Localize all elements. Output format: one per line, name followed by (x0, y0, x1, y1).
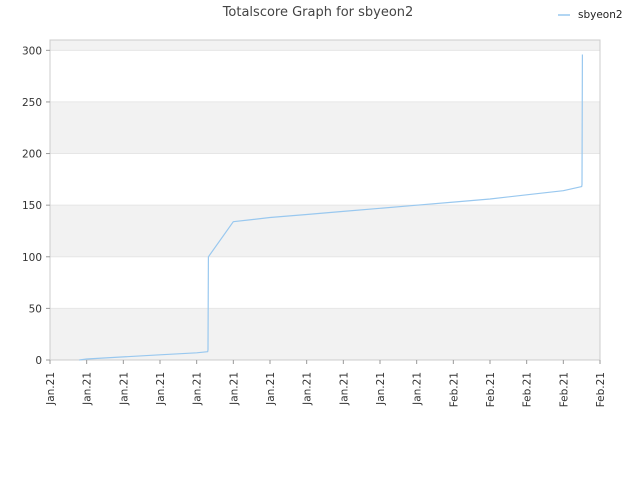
chart: 050100150200250300 Jan.21 Jan.21 Jan.21 Jan… (22, 5, 623, 407)
x-tick-label: Jan.21 (45, 372, 57, 406)
x-tick-label: Feb.21 (522, 372, 534, 407)
legend-label: sbyeon2 (578, 9, 623, 21)
x-tick-label: Jan.21 (192, 372, 204, 406)
grid-band (50, 308, 600, 360)
x-tick-label: Jan.21 (82, 372, 94, 406)
y-tick-label: 250 (22, 97, 42, 109)
y-tick-label: 300 (22, 45, 42, 57)
x-tick-label: Jan.21 (302, 372, 314, 406)
x-tick-label: Feb.21 (595, 372, 607, 407)
grid-band (50, 101, 600, 154)
x-tick-label: Feb.21 (448, 372, 460, 407)
x-axis: Jan.21 Jan.21 Jan.21 Jan.21 Jan.21 Jan.21 Jan.… (45, 360, 607, 407)
x-tick-label: Jan.21 (375, 372, 387, 406)
plot-background (50, 40, 600, 360)
y-tick-label: 200 (22, 149, 42, 161)
grid-band (50, 40, 600, 51)
legend: sbyeon2 (558, 9, 623, 21)
y-tick-label: 150 (22, 200, 42, 212)
y-tick-label: 50 (29, 303, 42, 315)
x-tick-label: Feb.21 (558, 372, 570, 407)
x-tick-label: Jan.21 (338, 372, 350, 406)
x-tick-label: Feb.21 (485, 372, 497, 407)
x-tick-label: Jan.21 (155, 372, 167, 406)
chart-title: Totalscore Graph for sbyeon2 (222, 5, 414, 20)
x-tick-label: Jan.21 (265, 372, 277, 406)
x-tick-label: Jan.21 (118, 372, 130, 406)
y-tick-label: 100 (22, 252, 42, 264)
x-tick-label: Jan.21 (412, 372, 424, 406)
y-tick-label: 0 (35, 355, 42, 367)
x-tick-label: Jan.21 (228, 372, 240, 406)
y-axis: 0 50 100 150 200 250 300 (22, 45, 50, 367)
